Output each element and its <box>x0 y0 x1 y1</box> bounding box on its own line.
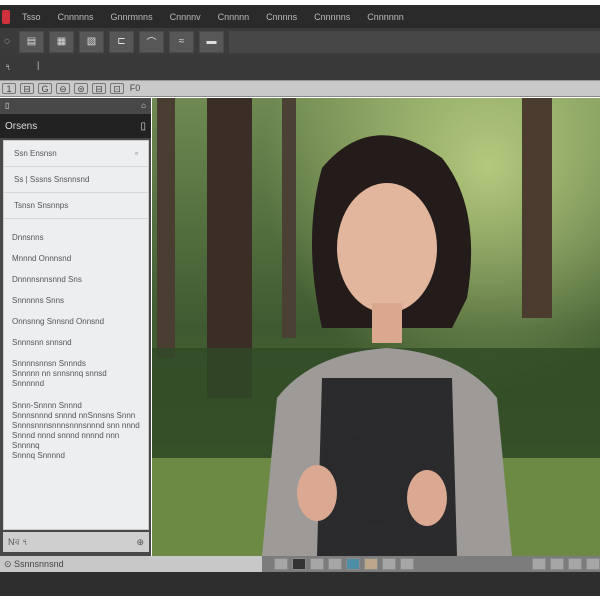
toolbar-spacer <box>229 30 600 53</box>
tab-button[interactable]: ⊟ <box>92 83 106 94</box>
view-button-active[interactable] <box>346 558 360 570</box>
list-item[interactable]: Mnnnd Onnnsnd <box>12 254 140 264</box>
description-line: Snnnnnd <box>12 379 45 388</box>
row-label: Tsnsn Snsnnps <box>14 201 69 210</box>
row-label: Ss | Sssns Snsnnsnd <box>14 175 90 184</box>
tool-button[interactable]: ▬ <box>199 30 224 53</box>
options-bar: ৭ | <box>0 55 600 80</box>
list-item[interactable]: Snnnnns Snns <box>12 296 140 306</box>
tool-button[interactable]: ≈ <box>169 30 194 53</box>
panel-row[interactable]: Ssn Ensnsn ▫ <box>4 141 148 167</box>
status-text: ⊙ Ssnnsnnsnd <box>4 559 64 569</box>
status-bar: ⊙ Ssnnsnnsnd <box>0 556 262 572</box>
bottom-panel <box>0 572 600 596</box>
checkbox-icon[interactable]: ▫ <box>135 149 138 158</box>
view-button[interactable] <box>364 558 378 570</box>
description-block: Snnn-Snnnn Snnnd Snnnsnnnd snnnd nnSnnsn… <box>12 401 140 461</box>
description-line: Snnnq Snnnnd <box>12 451 65 460</box>
menu-item[interactable]: Tsso <box>22 12 41 22</box>
menu-bar: Tsso Cnnnnns Gnnrmnns Cnnnnv Cnnnnn Cnnn… <box>0 5 600 28</box>
menu-item[interactable]: Cnnnnnn <box>367 12 404 22</box>
menu-item[interactable]: Cnnnns <box>266 12 297 22</box>
option-icon[interactable]: ৭ <box>5 60 11 75</box>
view-button[interactable] <box>328 558 342 570</box>
tool-button[interactable]: ⊏ <box>109 30 134 53</box>
list-item[interactable]: Dnnnnsnnsnnd Sns <box>12 275 140 285</box>
panel-menu-icon[interactable]: ▯ <box>140 121 146 132</box>
panel-footer: Nৰ ৭ ⊕ <box>3 532 149 552</box>
view-toolbar <box>262 556 600 572</box>
view-button[interactable] <box>310 558 324 570</box>
page-indicator: Nৰ ৭ <box>8 536 28 547</box>
view-button[interactable] <box>400 558 414 570</box>
tab-button[interactable]: F0 <box>128 83 142 94</box>
tool-button[interactable]: ▦ <box>49 30 74 53</box>
description-line: Snnnnsnnsn Snnnds <box>12 359 86 368</box>
panel-row[interactable]: Ss | Sssns Snsnnsnd <box>4 167 148 193</box>
app-logo <box>2 9 10 24</box>
row-label: Ssn Ensnsn <box>14 149 57 158</box>
panel-title: Orsens <box>5 120 38 132</box>
description-line: Snnnsnnnsnnnsnnnsnnnd snn nnnd <box>12 421 140 430</box>
tool-button[interactable]: ▧ <box>79 30 104 53</box>
view-button[interactable] <box>550 558 564 570</box>
option-divider: | <box>37 60 40 70</box>
view-button[interactable] <box>586 558 600 570</box>
sidebar-header: ▯ ⌂ <box>0 98 151 114</box>
menu-item[interactable]: Cnnnnv <box>170 12 201 22</box>
tool-button[interactable]: ▤ <box>19 30 44 53</box>
description-line: Snnnnn nn snnsnnq snnsd <box>12 369 107 378</box>
collapse-icon[interactable]: ⌂ <box>141 101 146 111</box>
view-button[interactable] <box>274 558 288 570</box>
toolbar: ◌ ▤ ▦ ▧ ⊏ ⌒ ≈ ▬ <box>0 28 600 55</box>
tab-button[interactable]: ⊜ <box>74 83 88 94</box>
description-line: Snnnsnnnd snnnd nnSnnsns Snnn <box>12 411 136 420</box>
view-button[interactable] <box>568 558 582 570</box>
menu-item[interactable]: Cnnnnn <box>218 12 250 22</box>
tab-button[interactable]: ⊖ <box>56 83 70 94</box>
panel-title-bar: Orsens ▯ <box>0 114 151 138</box>
tab-button[interactable]: G <box>38 83 52 94</box>
description-line: Snnnd nnnd snnnd nnnnd nnn Snnnnq <box>12 431 120 450</box>
menu-item[interactable]: Cnnnnns <box>58 12 94 22</box>
photo-forest-portrait <box>152 98 600 556</box>
menu-item[interactable]: Cnnnnns <box>314 12 350 22</box>
tab-button[interactable]: ⊟ <box>20 83 34 94</box>
menu-item[interactable]: Gnnrmnns <box>111 12 153 22</box>
add-icon[interactable]: ⊕ <box>136 537 144 548</box>
view-button[interactable] <box>382 558 396 570</box>
tool-button[interactable]: ⌒ <box>139 30 164 53</box>
properties-panel: Ssn Ensnsn ▫ Ss | Sssns Snsnnsnd Tsnsn Sn… <box>3 140 149 530</box>
description-block: Snnnnsnnsn Snnnds Snnnnn nn snnsnnq snns… <box>12 359 140 389</box>
list-item[interactable]: Snnnsnn snnsnd <box>12 338 140 348</box>
tab-button[interactable]: 1 <box>2 83 16 94</box>
tab-button[interactable]: ⊡ <box>110 83 124 94</box>
description-line: Snnn-Snnnn Snnnd <box>12 401 82 410</box>
list-item[interactable]: Onnsnng Snnsnd Onnsnd <box>12 317 140 327</box>
tab-strip: 1 ⊟ G ⊖ ⊜ ⊟ ⊡ F0 <box>0 80 600 97</box>
panel-row[interactable]: Tsnsn Snsnnps <box>4 193 148 219</box>
lasso-tool-button[interactable]: ◌ <box>0 30 14 53</box>
view-button[interactable] <box>292 558 306 570</box>
image-canvas[interactable] <box>152 98 600 556</box>
view-button[interactable] <box>532 558 546 570</box>
list-item[interactable]: Dnnsnns <box>12 233 140 243</box>
pin-icon[interactable]: ▯ <box>5 101 9 111</box>
sidebar: ▯ ⌂ Orsens ▯ Ssn Ensnsn ▫ Ss | Sssns Snsnns… <box>0 98 151 556</box>
